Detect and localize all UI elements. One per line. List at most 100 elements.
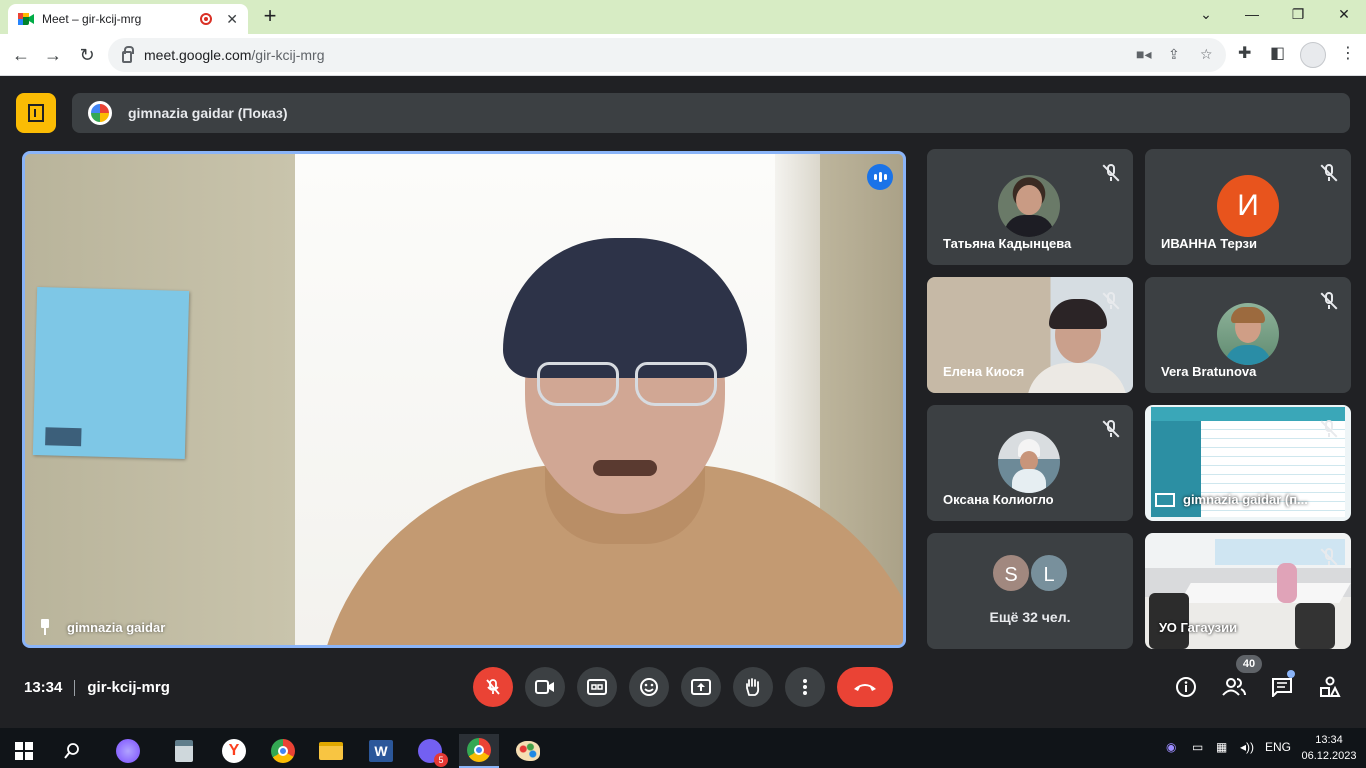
browser-tab-meet[interactable]: Meet – gir-kcij-mrg ✕ xyxy=(8,4,248,34)
door-icon xyxy=(28,104,44,122)
meeting-time: 13:34 xyxy=(24,679,63,696)
new-tab-button[interactable]: + xyxy=(258,5,282,29)
emoji-icon xyxy=(640,678,658,696)
side-panel-icon[interactable]: ◧ xyxy=(1270,43,1285,63)
chrome-active-icon[interactable] xyxy=(459,734,499,768)
battery-icon[interactable]: ▭ xyxy=(1192,740,1203,754)
mic-off-icon xyxy=(1319,547,1339,567)
lock-icon[interactable] xyxy=(122,46,134,63)
chat-notification-dot xyxy=(1287,670,1295,678)
close-tab-icon[interactable]: ✕ xyxy=(226,11,238,28)
browser-menu-icon[interactable]: ⋮ xyxy=(1340,43,1356,63)
reactions-button[interactable] xyxy=(629,667,669,707)
mic-off-icon xyxy=(486,679,500,695)
speaker-video xyxy=(25,154,903,645)
yandex-browser-icon[interactable]: Y xyxy=(214,734,254,768)
mic-off-icon xyxy=(1101,419,1121,439)
volume-icon[interactable]: ◂)) xyxy=(1240,740,1254,754)
calculator-icon[interactable] xyxy=(164,734,204,768)
participant-avatar xyxy=(998,431,1060,493)
viber-badge: 5 xyxy=(434,753,448,767)
meeting-details-button[interactable] xyxy=(1172,675,1200,699)
meeting-code: gir-kcij-mrg xyxy=(87,679,170,696)
browser-toolbar: ← → ↻ meet.google.com/gir-kcij-mrg ■◂ ⇪ … xyxy=(0,34,1366,76)
recording-indicator-icon xyxy=(200,13,213,25)
address-bar[interactable]: meet.google.com/gir-kcij-mrg ■◂ ⇪ ☆ xyxy=(108,38,1226,72)
chat-icon xyxy=(1272,678,1292,697)
more-options-button[interactable] xyxy=(785,667,825,707)
participant-name: Елена Киося xyxy=(943,364,1025,379)
tab-title: Meet – gir-kcij-mrg xyxy=(42,12,142,26)
hand-icon xyxy=(746,678,760,696)
network-icon[interactable]: ▦ xyxy=(1216,740,1227,754)
paint-icon[interactable] xyxy=(508,734,548,768)
microphone-toggle-button[interactable] xyxy=(473,667,513,707)
participant-avatar: L xyxy=(1029,553,1069,593)
meet-stage: gimnazia gaidar (Показ) gimnazia gaidar xyxy=(0,77,1366,727)
alice-assistant-icon[interactable] xyxy=(108,734,148,768)
language-indicator[interactable]: ENG xyxy=(1265,740,1291,754)
reload-button[interactable]: ↻ xyxy=(76,44,98,66)
bookmark-star-icon[interactable]: ☆ xyxy=(1200,46,1213,63)
camera-permission-icon[interactable]: ■◂ xyxy=(1136,46,1151,63)
participant-tile[interactable]: Елена Киося xyxy=(927,277,1133,393)
file-explorer-icon[interactable] xyxy=(311,734,351,768)
participant-tile[interactable]: УО Гагаузии xyxy=(1145,533,1351,649)
info-icon xyxy=(1176,677,1196,697)
participant-tile[interactable]: Татьяна Кадынцева xyxy=(927,149,1133,265)
participants-button[interactable] xyxy=(1220,675,1248,699)
present-screen-icon xyxy=(1155,492,1175,507)
participant-name: ИВАННА Терзи xyxy=(1161,236,1257,251)
participant-name: УО Гагаузии xyxy=(1159,620,1238,635)
more-participants-tile[interactable]: S L Ещё 32 чел. xyxy=(927,533,1133,649)
minimize-button[interactable]: — xyxy=(1242,6,1262,22)
presenter-avatar xyxy=(88,101,112,125)
extensions-icon[interactable]: ✚ xyxy=(1238,43,1251,63)
word-icon[interactable]: W xyxy=(361,734,401,768)
camera-toggle-button[interactable] xyxy=(525,667,565,707)
windows-logo-icon xyxy=(15,742,33,760)
participant-tile[interactable]: И ИВАННА Терзи xyxy=(1145,149,1351,265)
back-button[interactable]: ← xyxy=(10,44,32,66)
leave-call-button[interactable] xyxy=(837,667,893,707)
captions-button[interactable] xyxy=(577,667,617,707)
activities-button[interactable] xyxy=(16,93,56,133)
presentation-title: gimnazia gaidar (Показ) xyxy=(128,105,288,121)
wall-poster xyxy=(32,287,190,459)
raise-hand-button[interactable] xyxy=(733,667,773,707)
participant-name: Оксана Колиогло xyxy=(943,492,1054,507)
chrome-icon[interactable] xyxy=(263,734,303,768)
participant-name: Vera Bratunova xyxy=(1161,364,1257,379)
viber-tray-icon[interactable]: ◉ xyxy=(1166,740,1176,754)
speaking-indicator-icon xyxy=(867,164,893,190)
participant-tile[interactable]: Оксана Колиогло xyxy=(927,405,1133,521)
present-screen-icon xyxy=(691,679,711,695)
chat-button[interactable] xyxy=(1268,675,1296,699)
main-video-tile[interactable]: gimnazia gaidar xyxy=(22,151,906,648)
mic-off-icon xyxy=(1319,163,1339,183)
windows-taskbar: Y W 5 ◉ ▭ ▦ ◂)) ENG 13:34 06.12.2023 xyxy=(0,728,1366,768)
system-clock[interactable]: 13:34 06.12.2023 xyxy=(1298,732,1360,764)
participant-avatar: И xyxy=(1217,175,1279,237)
restore-button[interactable]: ❐ xyxy=(1288,6,1308,23)
present-screen-button[interactable] xyxy=(681,667,721,707)
people-icon xyxy=(1222,678,1246,696)
participant-avatar xyxy=(998,175,1060,237)
more-vert-icon xyxy=(803,679,807,695)
more-participants-label: Ещё 32 чел. xyxy=(989,609,1071,625)
pin-icon[interactable] xyxy=(39,619,51,635)
activities-panel-button[interactable] xyxy=(1316,675,1344,699)
search-button[interactable] xyxy=(52,734,92,768)
close-window-button[interactable]: ✕ xyxy=(1334,6,1354,23)
presentation-banner[interactable]: gimnazia gaidar (Показ) xyxy=(72,93,1350,133)
chevron-down-icon[interactable]: ⌄ xyxy=(1196,6,1216,23)
profile-avatar[interactable] xyxy=(1300,42,1326,68)
viber-icon[interactable]: 5 xyxy=(410,734,450,768)
forward-button[interactable]: → xyxy=(42,44,64,66)
start-button[interactable] xyxy=(4,734,44,768)
share-icon[interactable]: ⇪ xyxy=(1168,46,1180,63)
presentation-tile[interactable]: gimnazia gaidar (п... xyxy=(1145,405,1351,521)
meeting-controls-bar: 13:34 gir-kcij-mrg 40 xyxy=(0,655,1366,727)
participant-tile[interactable]: Vera Bratunova xyxy=(1145,277,1351,393)
mic-off-icon xyxy=(1101,163,1121,183)
